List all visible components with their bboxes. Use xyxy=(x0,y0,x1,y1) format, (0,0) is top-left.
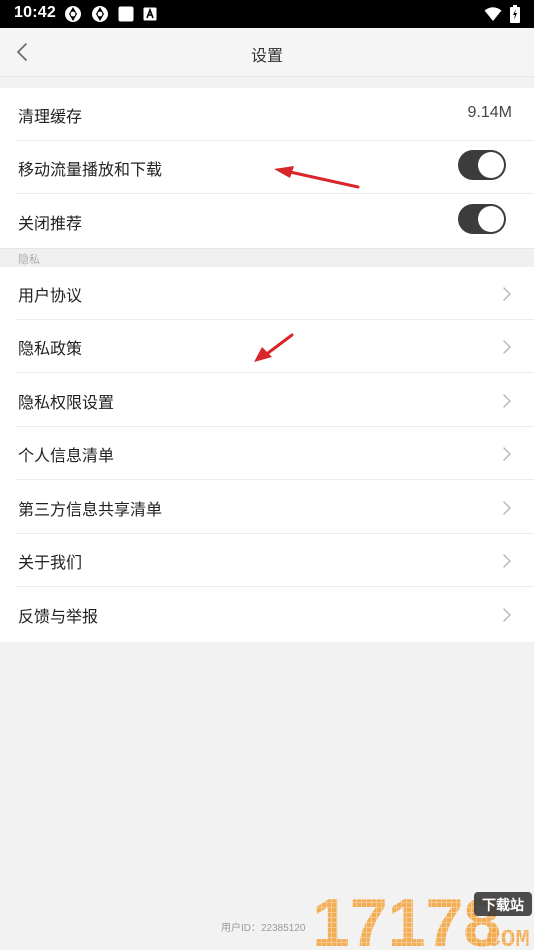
privacy-policy-row[interactable]: 隐私政策 xyxy=(0,320,534,373)
close-recommend-label: 关闭推荐 xyxy=(18,214,83,233)
status-bar: 10:42 xyxy=(0,0,534,28)
cache-size-value: 9.14M xyxy=(467,104,512,121)
user-id-text: 用户ID：22385120 xyxy=(221,923,306,934)
chevron-right-icon xyxy=(503,287,511,301)
divider xyxy=(16,372,534,373)
about-us-row[interactable]: 关于我们 xyxy=(0,534,534,587)
font-badge-icon xyxy=(143,7,157,21)
square-icon xyxy=(118,6,134,22)
clear-cache-label: 清理缓存 xyxy=(18,107,83,126)
page-title: 设置 xyxy=(250,46,283,65)
privacy-settings-group: 用户协议 隐私政策 隐私权限设置 个人信息清单 第三方信息共享清单 关于我们 反… xyxy=(0,267,534,642)
wifi-icon xyxy=(484,6,502,22)
user-agreement-label: 用户协议 xyxy=(18,286,83,305)
chevron-right-icon xyxy=(503,394,511,408)
watermark-logo: 17178 下载站 .COM xyxy=(312,888,532,950)
user-agreement-row[interactable]: 用户协议 xyxy=(0,267,534,320)
chevron-right-icon xyxy=(503,554,511,568)
third-party-sharing-row[interactable]: 第三方信息共享清单 xyxy=(0,481,534,534)
chevron-right-icon xyxy=(503,501,511,515)
close-recommend-toggle[interactable] xyxy=(458,204,506,234)
feedback-report-label: 反馈与举报 xyxy=(18,607,99,626)
privacy-permission-row[interactable]: 隐私权限设置 xyxy=(0,374,534,427)
clear-cache-row[interactable]: 清理缓存 9.14M xyxy=(0,88,534,141)
third-party-sharing-label: 第三方信息共享清单 xyxy=(18,500,163,519)
watermark-domain: .COM xyxy=(472,927,530,950)
divider xyxy=(16,586,534,587)
chevron-right-icon xyxy=(503,340,511,354)
status-icons-right xyxy=(484,5,520,23)
mobile-data-label: 移动流量播放和下载 xyxy=(18,160,163,179)
toggle-knob xyxy=(478,206,504,232)
privacy-permission-label: 隐私权限设置 xyxy=(18,393,115,412)
header: 设置 xyxy=(0,28,534,77)
divider xyxy=(16,193,534,194)
battery-charging-icon xyxy=(510,5,520,23)
chevron-right-icon xyxy=(503,447,511,461)
personal-info-list-label: 个人信息清单 xyxy=(18,446,115,465)
watermark-badge: 下载站 xyxy=(482,897,524,914)
mobile-data-row: 移动流量播放和下载 xyxy=(0,141,534,194)
loop-icon xyxy=(91,5,109,23)
loop-icon xyxy=(64,5,82,23)
chevron-right-icon xyxy=(503,608,511,622)
personal-info-list-row[interactable]: 个人信息清单 xyxy=(0,427,534,480)
close-recommend-row: 关闭推荐 xyxy=(0,195,534,248)
divider xyxy=(16,479,534,480)
status-icons-left xyxy=(64,5,157,23)
privacy-section-header: 隐私 xyxy=(0,248,534,267)
privacy-section-label: 隐私 xyxy=(18,253,40,266)
feedback-report-row[interactable]: 反馈与举报 xyxy=(0,588,534,641)
toggle-knob xyxy=(478,152,504,178)
about-us-label: 关于我们 xyxy=(18,553,83,572)
general-settings-group: 清理缓存 9.14M 移动流量播放和下载 关闭推荐 xyxy=(0,88,534,248)
mobile-data-toggle[interactable] xyxy=(458,150,506,180)
privacy-policy-label: 隐私政策 xyxy=(18,339,83,358)
status-time: 10:42 xyxy=(14,4,56,21)
